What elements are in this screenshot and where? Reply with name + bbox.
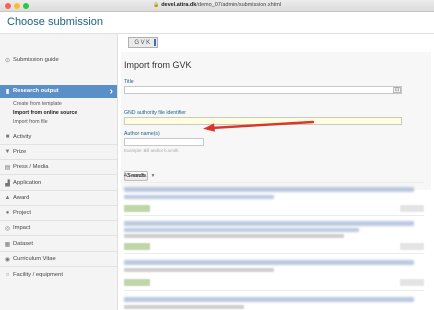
main-content: GVK Import from GVK Title ⊡ GND authorit… (118, 34, 434, 310)
divider (0, 174, 117, 175)
divider (0, 190, 117, 191)
url-path: /demo_07/admin/submission.xhtml (196, 2, 282, 8)
result-meta (124, 268, 274, 272)
divider (0, 266, 117, 267)
result-import-chip[interactable] (124, 243, 150, 250)
trophy-icon: ▼ (4, 149, 11, 155)
title-label: Title (124, 79, 134, 85)
divider (0, 144, 117, 145)
sidebar-item-label: Award (13, 195, 30, 201)
divider (0, 220, 117, 221)
divider (0, 159, 117, 160)
newspaper-icon: ▤ (4, 165, 11, 171)
dropdown-icon[interactable]: ⊡ (393, 87, 401, 93)
sidebar-subitem-create-from-template[interactable]: Create from template (13, 101, 62, 107)
target-icon: ◎ (4, 226, 11, 232)
address-bar[interactable]: 🔒 devel.atira.dk/demo_07/admin/submission… (0, 2, 434, 8)
url-host: devel.atira.dk (161, 2, 197, 8)
chevron-down-icon: ▼ (150, 173, 156, 179)
source-tab-gvk[interactable]: GVK (128, 37, 158, 48)
result-title[interactable] (124, 187, 414, 192)
result-import-chip[interactable] (124, 279, 150, 286)
sidebar-subitem-import-online[interactable]: Import from online source (13, 110, 77, 116)
sidebar-item-label: Research output (13, 88, 59, 94)
result-action[interactable] (400, 205, 424, 212)
sidebar-item-research-output[interactable]: ▮ Research output › (0, 85, 117, 98)
sidebar-item-label: Facility / equipment (13, 272, 63, 278)
sidebar-item-label: Project (13, 210, 32, 216)
project-icon: ● (5, 210, 10, 216)
annotation-arrow (203, 120, 315, 132)
briefcase-icon: ■ (5, 134, 10, 140)
sidebar-item-label: Submission guide (13, 57, 59, 63)
author-hint: Example: Bill and/or b.smith (124, 148, 179, 153)
result-title[interactable] (124, 221, 414, 226)
sidebar: ⊙ Submission guide ▮ Research output › C… (0, 34, 118, 310)
result-action[interactable] (400, 279, 424, 286)
result-action[interactable] (400, 243, 424, 250)
book-icon: ▮ (5, 89, 10, 95)
sidebar-subitem-import-file[interactable]: Import from file (13, 119, 48, 125)
result-title[interactable] (124, 297, 414, 302)
divider (0, 235, 117, 236)
results-count-label: 43 results (124, 173, 147, 179)
result-meta (124, 234, 344, 238)
divider (0, 251, 117, 252)
sidebar-item-label: Prize (13, 149, 27, 155)
gnd-identifier-label: GND authority file identifier (124, 110, 186, 116)
lock-icon: 🔒 (152, 2, 160, 8)
sidebar-item-label: Curriculum Vitae (13, 256, 56, 262)
divider (124, 182, 424, 183)
table-icon: ▦ (4, 242, 11, 248)
globe-icon: ◉ (4, 257, 11, 263)
flask-icon: ▲ (4, 195, 11, 201)
author-label: Author name(s) (124, 131, 160, 137)
sidebar-item-label: Impact (13, 225, 31, 231)
result-title[interactable] (124, 228, 359, 232)
divider (0, 205, 117, 206)
browser-titlebar: 🔒 devel.atira.dk/demo_07/admin/submission… (0, 0, 434, 12)
sidebar-item-label: Press / Media (13, 164, 49, 170)
sidebar-item-label: Activity (13, 134, 32, 140)
sidebar-item-label: Application (13, 180, 42, 186)
title-input[interactable]: ⊡ (124, 86, 402, 94)
results-count[interactable]: 43 results ▼ (124, 173, 155, 179)
app-header: Choose submission (0, 12, 434, 34)
sidebar-item-label: Dataset (13, 241, 33, 247)
result-title[interactable] (124, 195, 274, 199)
divider (124, 215, 424, 216)
result-import-chip[interactable] (124, 205, 150, 212)
result-title[interactable] (124, 260, 414, 265)
active-indicator (154, 39, 156, 46)
divider (124, 290, 424, 291)
divider (124, 253, 424, 254)
compass-icon: ⊙ (4, 58, 11, 64)
circle-icon: ○ (5, 272, 10, 278)
chevron-right-icon: › (109, 86, 113, 97)
source-tab-label: GVK (134, 40, 152, 46)
author-input[interactable] (124, 138, 204, 146)
chart-icon: ▟ (5, 181, 10, 187)
result-meta (124, 305, 244, 309)
import-heading: Import from GVK (124, 60, 192, 70)
page-title: Choose submission (7, 16, 103, 28)
